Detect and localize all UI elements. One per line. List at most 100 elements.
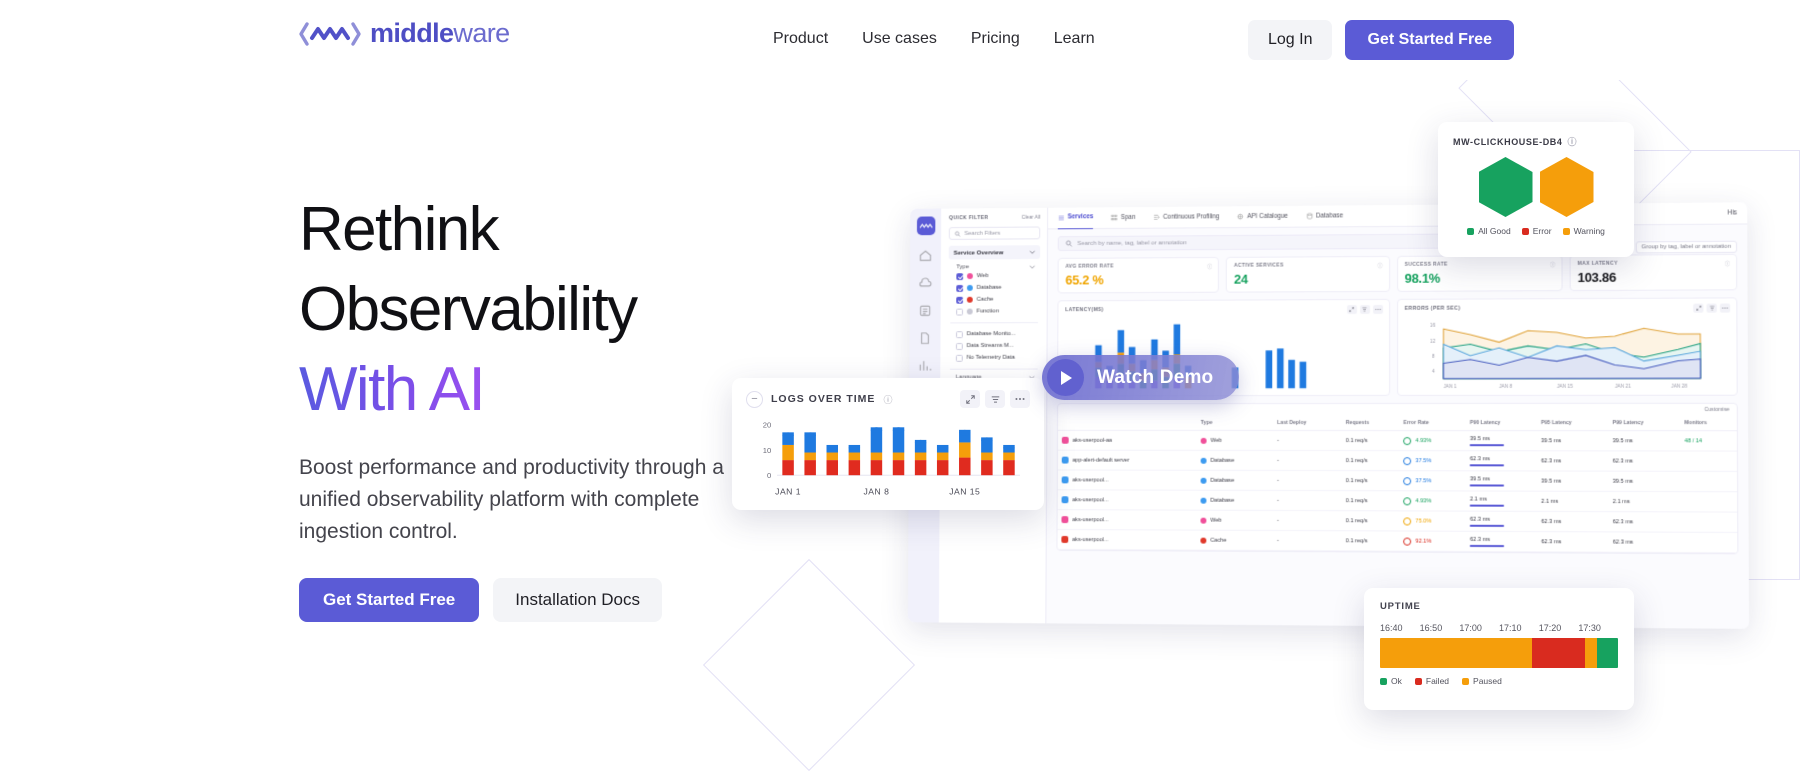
checkbox[interactable] — [956, 272, 964, 280]
cell-last-deploy: - — [1273, 510, 1342, 531]
type-option-function[interactable]: Function — [948, 305, 1040, 317]
brand-logo[interactable]: middleware — [299, 20, 510, 47]
nav-item-product[interactable]: Product — [756, 26, 845, 52]
type-option-cache[interactable]: Cache — [948, 294, 1040, 306]
uptime-segment[interactable] — [1380, 638, 1533, 668]
tab-history[interactable]: His — [1727, 202, 1737, 224]
uptime-segment[interactable] — [1596, 638, 1618, 668]
nav-item-learn[interactable]: Learn — [1037, 26, 1112, 52]
expand-icon[interactable] — [1693, 303, 1704, 313]
login-button[interactable]: Log In — [1248, 20, 1333, 60]
svg-text:JAN 1: JAN 1 — [1443, 384, 1456, 389]
monitor-option-data-streams[interactable]: Data Streams M... — [948, 340, 1040, 352]
info-icon[interactable]: ⓘ — [1725, 260, 1730, 267]
column-p90-latency[interactable]: P90 Latency — [1465, 416, 1537, 431]
more-icon[interactable] — [1719, 303, 1731, 313]
hex-warning[interactable] — [1539, 157, 1594, 217]
column-p99-latency[interactable]: P99 Latency — [1608, 416, 1681, 431]
tab-database[interactable]: Database — [1306, 205, 1343, 227]
more-icon[interactable] — [1372, 304, 1383, 314]
legend-label: All Good — [1478, 226, 1511, 236]
dashboard-main-panel: Services Span Continuous Profiling API C… — [1046, 202, 1750, 629]
installation-docs-button[interactable]: Installation Docs — [493, 578, 662, 622]
uptime-time-label: 17:20 — [1538, 623, 1562, 633]
logs-bar-segment — [959, 442, 971, 458]
customise-button[interactable]: Customise — [1704, 407, 1729, 413]
checkbox[interactable] — [956, 296, 964, 304]
column-type[interactable]: Type — [1196, 415, 1274, 431]
tab-api-catalogue[interactable]: API Catalogue — [1237, 205, 1288, 227]
type-option-database[interactable]: Database — [949, 282, 1040, 294]
type-option-label: Cache — [976, 296, 994, 303]
dashboard-search-input[interactable]: Search by name, tag, label or annotation — [1057, 233, 1495, 252]
watch-demo-label: Watch Demo — [1097, 366, 1214, 388]
cell-error-rate: 75.0% — [1399, 510, 1466, 532]
filter-icon[interactable] — [985, 390, 1005, 408]
type-option-web[interactable]: Web — [949, 270, 1040, 282]
legend-label: Error — [1532, 226, 1552, 236]
checkbox[interactable] — [955, 342, 963, 350]
info-icon[interactable]: ⓘ — [883, 393, 892, 406]
table-row[interactable]: aks-userpool-aa Web -0.1 req/s 4.93% 39.5 ms… — [1057, 430, 1737, 452]
search-filters-input[interactable]: Search Filters — [948, 226, 1041, 240]
nav-item-pricing[interactable]: Pricing — [954, 26, 1037, 52]
get-started-free-hero-button[interactable]: Get Started Free — [299, 578, 480, 622]
table-row[interactable]: aks-userpool... Database -0.1 req/s 37.5% 39… — [1057, 469, 1738, 492]
column-last-deploy[interactable]: Last Deploy — [1273, 415, 1342, 431]
filter-icon[interactable] — [1706, 303, 1717, 313]
monitor-option-database-monitoring[interactable]: Database Monito... — [948, 328, 1040, 340]
checkbox[interactable] — [956, 284, 964, 292]
cell-p99: 39.5 ms — [1608, 430, 1681, 451]
site-header: middleware Product Use cases Pricing Lea… — [0, 0, 1800, 80]
logs-icon[interactable] — [918, 304, 932, 318]
nav-item-use-cases[interactable]: Use cases — [845, 26, 954, 52]
hero-subtitle: Boost performance and productivity throu… — [299, 456, 724, 543]
tab-continuous-profiling[interactable]: Continuous Profiling — [1153, 206, 1219, 228]
info-icon[interactable]: ⓘ — [1207, 263, 1212, 270]
info-icon[interactable]: ⓘ — [1550, 261, 1555, 268]
group-by-label[interactable]: Group by tag, label or annotation — [1635, 240, 1738, 253]
cloud-icon[interactable] — [919, 276, 933, 290]
checkbox[interactable] — [955, 354, 963, 362]
get-started-free-header-button[interactable]: Get Started Free — [1345, 20, 1514, 60]
expand-icon[interactable] — [960, 390, 980, 408]
column-p95-latency[interactable]: P95 Latency — [1536, 416, 1609, 431]
kpi-value: 98.1% — [1404, 270, 1441, 286]
kpi-label: MAX LATENCY — [1577, 260, 1618, 267]
service-overview-section[interactable]: Service Overview — [948, 245, 1041, 260]
checkbox[interactable] — [956, 308, 963, 316]
column-requests[interactable]: Requests — [1341, 416, 1400, 431]
uptime-segment[interactable] — [1584, 638, 1597, 668]
column-service[interactable] — [1057, 415, 1197, 431]
watch-demo-button[interactable]: Watch Demo — [1042, 355, 1240, 400]
hex-all-good[interactable] — [1478, 157, 1533, 217]
home-icon[interactable] — [919, 249, 933, 263]
more-icon[interactable] — [1010, 390, 1030, 408]
info-icon[interactable]: ⓘ — [1568, 135, 1578, 148]
clear-all-button[interactable]: Clear All — [1021, 215, 1040, 221]
monitor-option-no-telemetry[interactable]: No Telemetry Data — [948, 352, 1040, 364]
chart-icon[interactable] — [918, 359, 932, 373]
service-icon — [1061, 496, 1069, 504]
logs-bar-segment — [892, 460, 905, 476]
column-monitors[interactable]: Monitors — [1680, 416, 1737, 431]
tab-span[interactable]: Span — [1111, 207, 1136, 229]
uptime-card: UPTIME 16:40 16:50 17:00 17:10 17:20 17:30 Ok… — [1364, 588, 1634, 710]
table-row[interactable]: aks-userpool... Database -0.1 req/s 4.93% 2.… — [1057, 489, 1738, 513]
table-row[interactable]: aks-userpool... Cache -0.1 req/s 92.1% 62.3 … — [1057, 529, 1738, 553]
tab-services[interactable]: Services — [1057, 206, 1094, 229]
list-icon — [1058, 214, 1065, 221]
svg-text:JAN 8: JAN 8 — [864, 486, 890, 496]
checkbox[interactable] — [956, 330, 963, 338]
logs-bar-segment — [826, 452, 839, 461]
info-icon[interactable]: ⓘ — [1378, 262, 1383, 269]
cache-type-icon — [966, 296, 973, 303]
column-error-rate[interactable]: Error Rate — [1399, 416, 1466, 431]
table-row[interactable]: app-alert-default server Database -0.1 req… — [1057, 450, 1738, 472]
cell-p95: 62.3 ms — [1537, 511, 1609, 532]
uptime-segment[interactable] — [1532, 638, 1585, 668]
clickhouse-card-title: MW-CLICKHOUSE-DB4 ⓘ — [1453, 135, 1619, 148]
filter-icon[interactable] — [1359, 304, 1370, 315]
expand-icon[interactable] — [1346, 305, 1357, 315]
document-icon[interactable] — [918, 331, 932, 345]
